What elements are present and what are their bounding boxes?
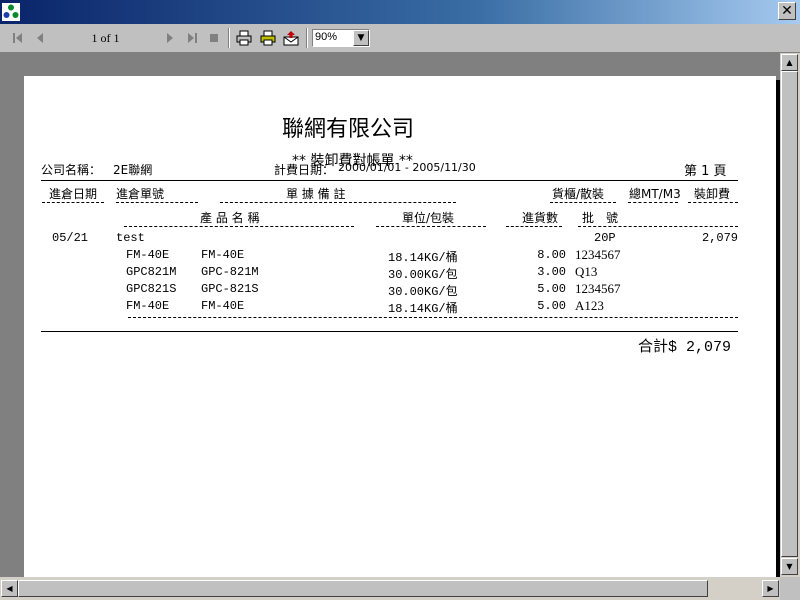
horizontal-scroll-thumb[interactable] [18,580,708,597]
toolbar-separator [306,28,308,48]
zoom-select[interactable]: 90% ▼ [312,29,370,47]
next-page-button[interactable] [162,30,178,46]
divider [506,226,562,227]
next-page-icon [167,33,173,43]
scrollbar-corner [780,577,800,600]
toolbar-separator [228,28,230,48]
divider [376,226,486,227]
item-name: FM-40E [201,299,245,313]
item-unit: 30.00KG/包 [388,268,458,282]
scroll-up-button[interactable]: ▲ [781,54,798,71]
col-total-mt: 總MT/M3 [629,187,681,201]
divider [688,202,738,203]
item-qty: 3.00 [537,265,566,279]
last-page-icon [188,33,197,43]
title-bar: ✕ [0,0,800,24]
grand-total: 合計$ 2,079 [638,339,732,356]
total-rule [41,331,738,332]
page-label: 第 1 頁 [684,164,727,179]
zoom-value: 90% [315,31,338,43]
app-icon [2,3,20,21]
scroll-left-button[interactable]: ◀ [1,580,18,597]
col-product-name: 產 品 名 稱 [200,211,260,225]
item-code: GPC821S [126,282,177,296]
divider [578,226,738,227]
print-button[interactable] [236,30,252,46]
item-lot: Q13 [575,264,598,279]
item-name: GPC-821M [201,265,259,279]
col-remark: 單 據 備 註 [286,187,346,201]
item-code: FM-40E [126,299,170,313]
report-page: 聯網有限公司 ** 裝卸費對帳單 ** 公司名稱： 2E聯網 計費日期： 200… [24,76,776,577]
entry-cabinet: 20P [594,231,616,245]
col-qty: 進貨數 [522,211,559,225]
stop-button[interactable] [206,30,222,46]
entry-date: 05/21 [52,231,89,245]
entry-ref: test [116,231,145,245]
entry-fee: 2,079 [702,231,739,245]
divider [628,202,678,203]
period-label: 計費日期： [274,163,335,177]
prev-page-icon [37,33,43,43]
item-unit: 18.14KG/桶 [388,251,458,265]
first-page-button[interactable] [10,30,26,46]
chevron-down-icon[interactable]: ▼ [353,30,369,46]
divider [116,202,198,203]
period-value: 2000/01/01 - 2005/11/30 [338,161,476,174]
item-qty: 5.00 [537,282,566,296]
divider [550,202,616,203]
horizontal-scrollbar[interactable]: ◀ ▶ [0,577,780,600]
divider [220,202,456,203]
company-value: 2E聯網 [113,163,153,177]
printer-icon [236,30,252,46]
item-lot: 1234567 [575,247,621,262]
item-qty: 5.00 [537,299,566,313]
item-lot: 1234567 [575,281,621,296]
scroll-down-button[interactable]: ▼ [781,558,798,575]
item-unit: 30.00KG/包 [388,285,458,299]
export-icon [283,31,299,46]
item-name: GPC-821S [201,282,259,296]
toolbar: 1 of 1 90% ▼ [0,25,800,53]
divider [124,226,354,227]
arrow-right-icon: ▶ [767,584,774,593]
arrow-up-icon: ▲ [786,58,793,67]
first-page-icon [13,33,22,43]
arrow-down-icon: ▼ [786,562,793,571]
header-rule [41,180,738,181]
col-in-date: 進倉日期 [49,187,98,201]
export-button[interactable] [283,30,299,46]
company-label: 公司名稱： [41,163,102,177]
company-title: 聯網有限公司 [282,117,415,142]
item-code: FM-40E [126,248,170,262]
close-button[interactable]: ✕ [778,2,796,20]
close-icon: ✕ [781,3,793,19]
arrow-left-icon: ◀ [6,584,13,593]
divider [42,202,104,203]
vertical-scroll-thumb[interactable] [781,71,798,557]
scroll-right-button[interactable]: ▶ [762,580,779,597]
print-setup-icon [260,30,276,46]
item-code: GPC821M [126,265,177,279]
last-page-button[interactable] [184,30,200,46]
report-viewport: 聯網有限公司 ** 裝卸費對帳單 ** 公司名稱： 2E聯網 計費日期： 200… [0,53,780,577]
item-lot: A123 [575,298,604,313]
vertical-scrollbar[interactable]: ▲ ▼ [780,53,800,577]
prev-page-button[interactable] [32,30,48,46]
col-lot: 批 號 [582,211,619,225]
item-qty: 8.00 [537,248,566,262]
print-setup-button[interactable] [260,30,276,46]
divider [128,317,738,318]
stop-icon [210,34,218,42]
col-unit: 單位/包裝 [402,211,455,225]
col-fee: 裝卸費 [694,187,731,201]
col-cabinet: 貨櫃/散裝 [552,187,605,201]
item-unit: 18.14KG/桶 [388,302,458,316]
col-in-no: 進倉單號 [116,187,165,201]
item-name: FM-40E [201,248,245,262]
page-indicator: 1 of 1 [91,31,120,45]
